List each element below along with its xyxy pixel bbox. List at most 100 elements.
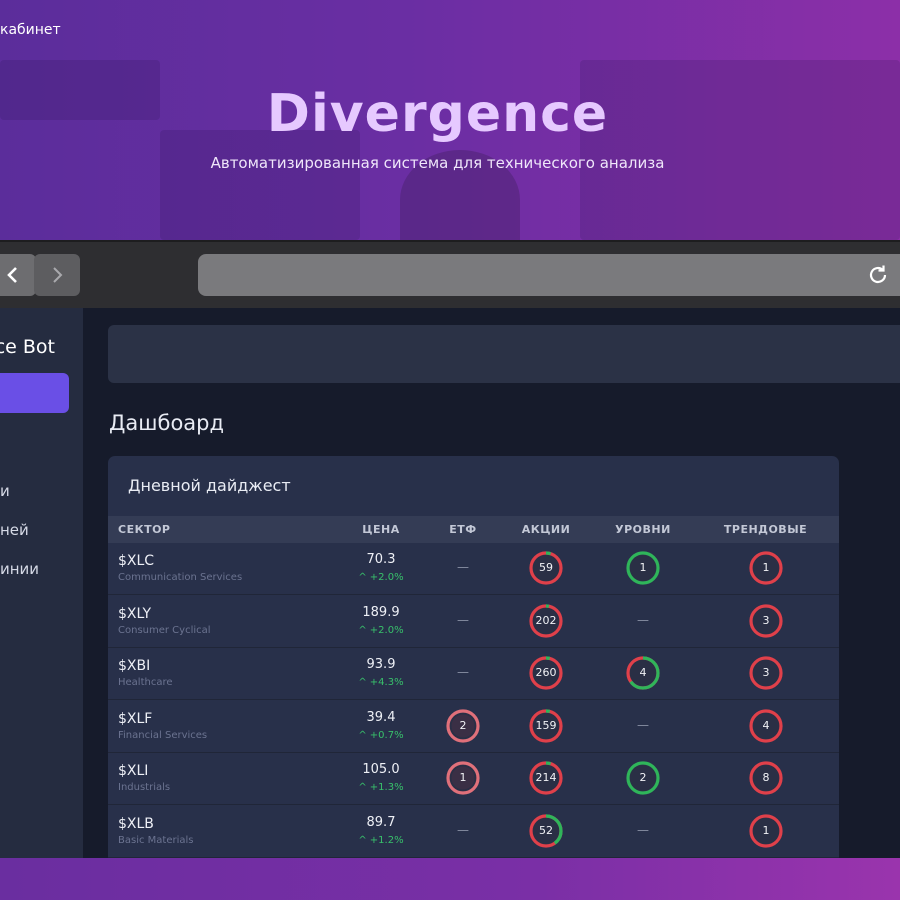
forward-button[interactable] xyxy=(34,254,80,296)
table-row[interactable]: $XLY Consumer Cyclical 189.9 ^ +2.0% — 202 — 3 xyxy=(108,596,839,648)
cabinet-link[interactable]: кабинет xyxy=(0,22,61,38)
levels-empty: — xyxy=(637,717,649,732)
levels-badge[interactable]: 1 xyxy=(624,549,662,587)
top-panel xyxy=(108,325,900,383)
levels-badge[interactable]: 4 xyxy=(624,654,662,692)
sidebar: ce Bot и ней инии xyxy=(0,308,83,858)
arrow-up-icon: ^ xyxy=(358,677,367,688)
arrow-up-icon: ^ xyxy=(358,782,367,793)
trend-badge[interactable]: 8 xyxy=(747,759,785,797)
ticker-symbol: $XLB xyxy=(118,815,154,832)
stocks-badge[interactable]: 214 xyxy=(527,759,565,797)
column-header-sector[interactable]: СЕКТОР xyxy=(118,523,171,536)
price-value: 189.9 xyxy=(362,604,400,620)
price-change: ^ +2.0% xyxy=(343,625,419,636)
price-change-value: +1.2% xyxy=(369,834,404,846)
brand-name: ce Bot xyxy=(0,336,55,358)
arrow-up-icon: ^ xyxy=(358,834,367,846)
page-title: Дашбоард xyxy=(109,411,225,435)
etf-empty: — xyxy=(457,822,469,837)
stocks-badge[interactable]: 260 xyxy=(527,654,565,692)
trend-badge[interactable]: 1 xyxy=(747,812,785,850)
price-value: 105.0 xyxy=(362,762,400,777)
stocks-badge[interactable]: 159 xyxy=(527,707,565,745)
levels-badge-value: 2 xyxy=(639,771,647,784)
levels-empty: — xyxy=(637,822,649,837)
trend-badge-value: 3 xyxy=(762,613,770,627)
stocks-badge-value: 260 xyxy=(535,666,557,679)
price-change-value: +1.3% xyxy=(369,782,404,793)
price-change: ^ +0.7% xyxy=(343,730,419,741)
table-row[interactable]: $XLI Industrials 105.0 ^ +1.3% 1 214 2 8 xyxy=(108,753,839,805)
background-shape xyxy=(160,130,360,240)
trend-badge[interactable]: 1 xyxy=(747,549,785,587)
chevron-right-icon xyxy=(53,267,63,283)
trend-badge-value: 1 xyxy=(762,823,770,837)
price-value: 39.4 xyxy=(366,709,396,725)
price-change-value: +2.0% xyxy=(369,572,404,583)
app-window: ce Bot и ней инии Дашбоард Дневной дайдж… xyxy=(0,308,900,866)
trend-badge[interactable]: 4 xyxy=(747,707,785,745)
ticker-symbol: $XLC xyxy=(118,553,155,569)
ticker-symbol: $XBI xyxy=(118,658,151,674)
card-title: Дневной дайджест xyxy=(128,476,291,495)
stocks-badge[interactable]: 59 xyxy=(527,549,565,587)
sector-name: Healthcare xyxy=(118,677,173,688)
column-header-levels[interactable]: УРОВНИ xyxy=(603,523,683,536)
sidebar-item-active[interactable] xyxy=(0,373,69,413)
etf-empty: — xyxy=(457,560,469,574)
table-row[interactable]: $XLB Basic Materials 89.7 ^ +1.2% — 52 — 1 xyxy=(108,806,839,858)
back-button[interactable] xyxy=(0,254,36,296)
stocks-badge-value: 214 xyxy=(535,771,557,784)
column-header-stocks[interactable]: АКЦИИ xyxy=(513,523,579,536)
sidebar-item[interactable]: инии xyxy=(0,560,83,578)
hero-title: Divergence xyxy=(266,84,609,144)
price-value: 70.3 xyxy=(366,552,396,567)
table-row[interactable]: $XBI Healthcare 93.9 ^ +4.3% — 260 4 3 xyxy=(108,648,839,700)
price-change-value: +2.0% xyxy=(369,624,404,636)
digest-card: Дневной дайджест СЕКТОР ЦЕНА ЕТФ АКЦИИ У… xyxy=(108,456,839,866)
table-row[interactable]: $XLC Communication Services 70.3 ^ +2.0% — 59 1… xyxy=(108,543,839,595)
price-value: 89.7 xyxy=(366,814,396,830)
trend-badge-value: 1 xyxy=(762,561,770,574)
sector-name: Communication Services xyxy=(118,572,243,583)
etf-badge-value: 2 xyxy=(459,718,467,732)
sidebar-item[interactable]: и xyxy=(0,482,83,500)
trend-badge-value: 4 xyxy=(762,718,770,732)
hero-banner: кабинет Divergence Автоматизированная си… xyxy=(0,0,900,240)
reload-icon[interactable] xyxy=(866,263,890,287)
etf-badge[interactable]: 2 xyxy=(444,707,482,745)
bottom-banner xyxy=(0,858,900,900)
stocks-badge-value: 59 xyxy=(539,561,553,574)
stocks-badge[interactable]: 202 xyxy=(527,602,565,640)
column-header-etf[interactable]: ЕТФ xyxy=(433,523,493,536)
arrow-up-icon: ^ xyxy=(358,572,367,583)
arrow-up-icon: ^ xyxy=(358,729,367,741)
levels-badge-value: 1 xyxy=(639,561,647,574)
stocks-badge-value: 202 xyxy=(535,613,557,627)
column-header-price[interactable]: ЦЕНА xyxy=(343,523,419,536)
ticker-symbol: $XLI xyxy=(118,763,149,779)
stocks-badge-value: 159 xyxy=(535,718,557,732)
trend-badge-value: 3 xyxy=(762,666,770,679)
trend-badge[interactable]: 3 xyxy=(747,654,785,692)
table-row[interactable]: $XLF Financial Services 39.4 ^ +0.7% 2 159 — 4 xyxy=(108,701,839,753)
stocks-badge[interactable]: 52 xyxy=(527,812,565,850)
sidebar-item[interactable]: ней xyxy=(0,521,83,539)
trend-badge-value: 8 xyxy=(762,771,770,784)
hero-subtitle: Автоматизированная система для техническ… xyxy=(210,154,665,172)
ticker-symbol: $XLF xyxy=(118,710,153,727)
etf-badge-value: 1 xyxy=(459,771,467,784)
price-value: 93.9 xyxy=(366,657,396,672)
sector-name: Financial Services xyxy=(118,729,208,741)
etf-empty: — xyxy=(457,612,469,627)
column-header-trend[interactable]: ТРЕНДОВЫЕ xyxy=(713,523,818,536)
chevron-left-icon xyxy=(7,267,17,283)
url-bar[interactable] xyxy=(198,254,900,296)
etf-badge[interactable]: 1 xyxy=(444,759,482,797)
levels-empty: — xyxy=(637,612,649,627)
levels-badge[interactable]: 2 xyxy=(624,759,662,797)
price-change: ^ +1.2% xyxy=(343,835,419,846)
price-change: ^ +1.3% xyxy=(343,782,419,793)
trend-badge[interactable]: 3 xyxy=(747,602,785,640)
